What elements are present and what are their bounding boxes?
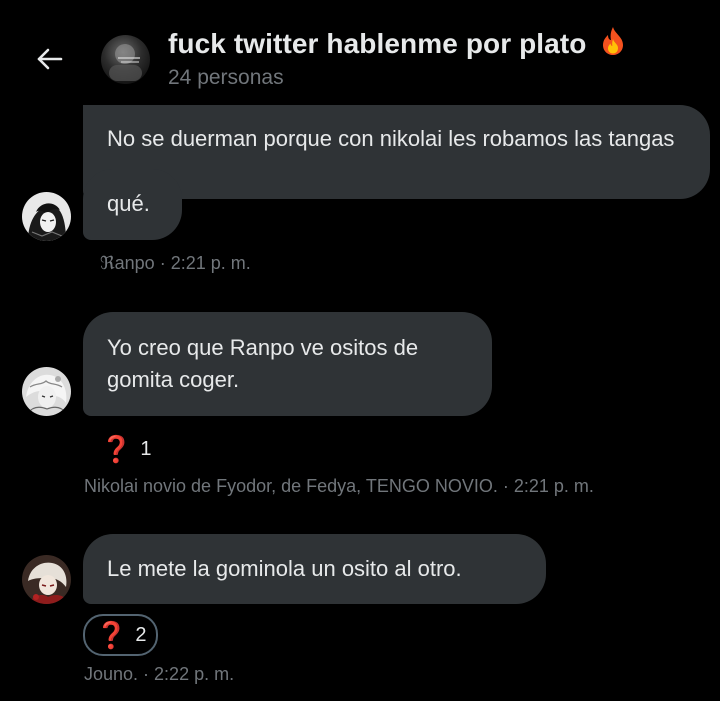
fire-icon (600, 26, 626, 63)
back-arrow-icon[interactable] (30, 40, 68, 78)
avatar-ranpo[interactable] (22, 192, 71, 241)
group-title: fuck twitter hablenme por plato (168, 26, 626, 63)
question-mark-icon: ❓ (100, 434, 133, 464)
message-text: Le mete la gominola un osito al otro. (107, 556, 462, 581)
reaction[interactable]: ❓ 2 (83, 614, 158, 656)
message-meta: Jouno. · 2:22 p. m. (84, 664, 235, 684)
reaction-count: 1 (140, 437, 152, 460)
member-count[interactable]: 24 personas (168, 66, 284, 90)
message-text: Yo creo que Ranpo ve ositos de gomita co… (107, 335, 419, 392)
message-text: qué. (107, 191, 150, 216)
message-meta: Nikolai novio de Fyodor, de Fedya, TENGO… (84, 476, 594, 496)
reaction-count: 2 (135, 623, 147, 646)
avatar-nikolai[interactable] (22, 367, 71, 416)
message-bubble[interactable]: qué. (83, 169, 182, 240)
group-avatar[interactable] (101, 35, 150, 84)
chat-header: fuck twitter hablenme por plato 24 perso… (0, 0, 720, 105)
avatar-jouno[interactable] (22, 555, 71, 604)
message-text: No se duerman porque con nikolai les rob… (107, 126, 675, 151)
reaction[interactable]: ❓ 1 (100, 432, 152, 466)
message-bubble[interactable]: Yo creo que Ranpo ve ositos de gomita co… (83, 312, 492, 416)
message-bubble[interactable]: Le mete la gominola un osito al otro. (83, 534, 546, 604)
group-title-text: fuck twitter hablenme por plato (168, 28, 587, 59)
message-meta: ℜanpo · 2:21 p. m. (100, 253, 251, 273)
question-mark-icon: ❓ (95, 620, 128, 650)
